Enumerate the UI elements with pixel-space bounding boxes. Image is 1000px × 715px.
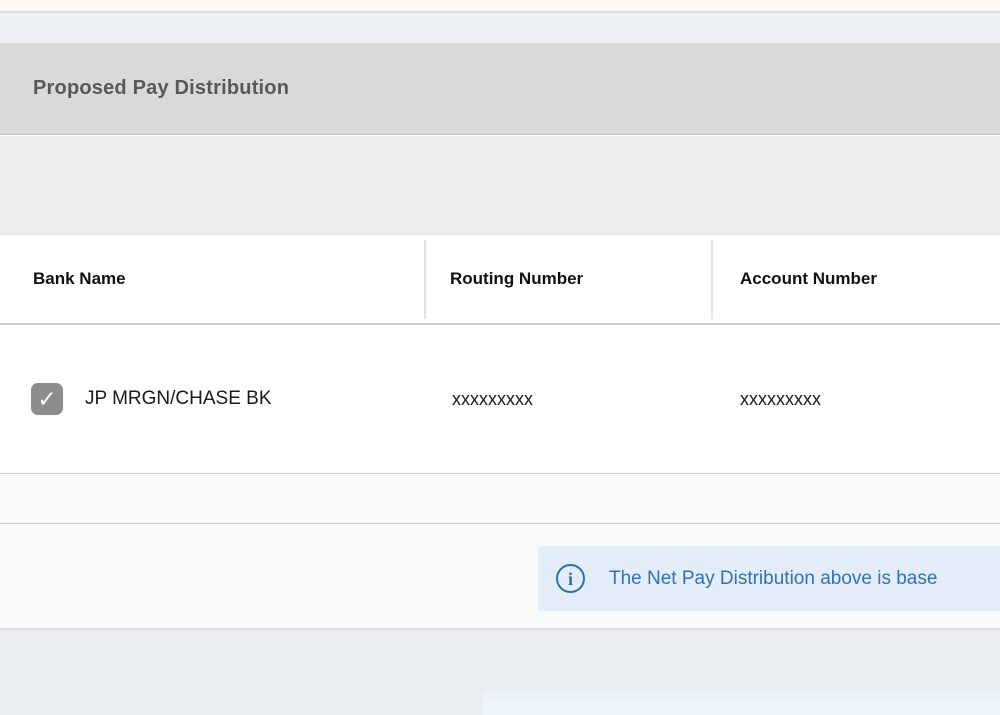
spacer-band (0, 136, 1000, 235)
column-divider (711, 240, 713, 319)
table-row: ✓ JP MRGN/CHASE BK xxxxxxxxx xxxxxxxxx (0, 325, 1000, 474)
toolbar-band (0, 13, 1000, 43)
checkmark-icon: ✓ (37, 388, 56, 411)
spacer-band-2 (0, 475, 1000, 524)
section-header-band: Proposed Pay Distribution (0, 43, 1000, 135)
bottom-band (0, 630, 1000, 715)
proposed-pay-distribution-screen: Proposed Pay Distribution Bank Name Rout… (0, 0, 1000, 715)
page-title: Proposed Pay Distribution (33, 77, 289, 100)
info-band: i The Net Pay Distribution above is base (0, 524, 1000, 630)
info-icon: i (556, 564, 585, 593)
account-number-cell: xxxxxxxxx (740, 325, 821, 473)
top-strip (0, 0, 1000, 13)
routing-number-cell: xxxxxxxxx (452, 325, 533, 473)
info-banner: i The Net Pay Distribution above is base (538, 546, 1000, 611)
column-header-bank-name: Bank Name (33, 235, 126, 323)
row-select-checkbox[interactable]: ✓ (31, 383, 63, 415)
column-header-routing-number: Routing Number (450, 235, 583, 323)
info-banner-text: The Net Pay Distribution above is base (609, 568, 937, 590)
column-header-account-number: Account Number (740, 235, 877, 323)
bank-name-cell: JP MRGN/CHASE BK (85, 325, 272, 473)
pay-distribution-table: Bank Name Routing Number Account Number … (0, 235, 1000, 474)
column-divider (424, 240, 426, 319)
next-section-panel (483, 690, 1000, 715)
table-header-row: Bank Name Routing Number Account Number (0, 235, 1000, 325)
